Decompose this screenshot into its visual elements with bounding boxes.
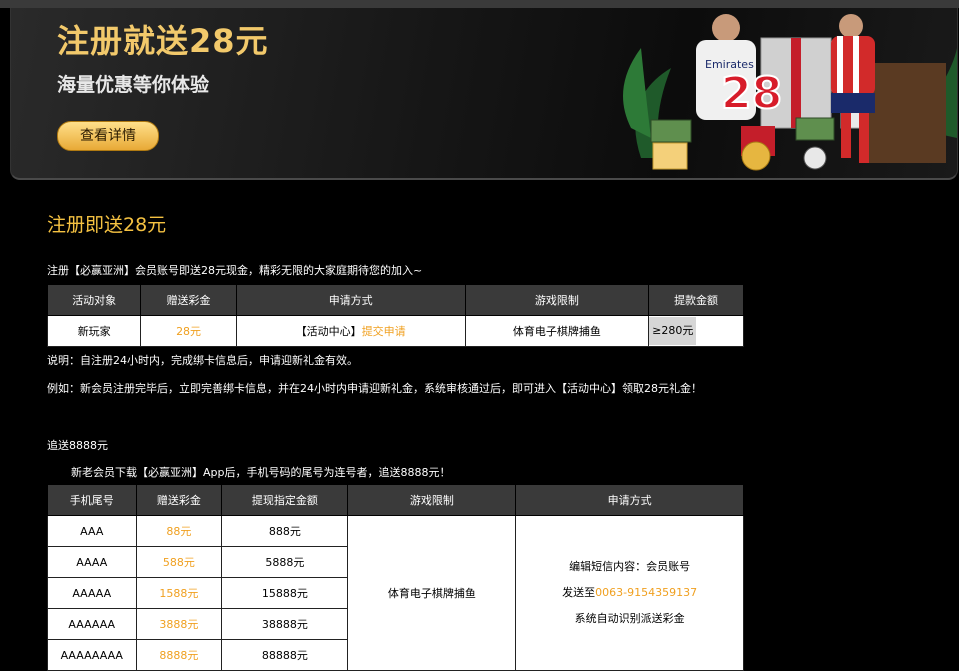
cell-games-merged: 体育电子棋牌捕鱼 <box>347 515 517 671</box>
cell-apply-merged: 编辑短信内容：会员账号 发送至0063-9154359137 系统自动识别派送彩… <box>515 515 744 671</box>
section1-title: 注册即送28元 <box>47 214 167 236</box>
apply-prefix: 【活动中心】 <box>295 325 362 338</box>
cell-bonus: 3888元 <box>135 608 223 640</box>
banner-title: 注册就送28元 <box>57 22 269 60</box>
cell-tail: AAA <box>47 515 137 547</box>
cell-games: 体育电子棋牌捕鱼 <box>464 315 650 347</box>
section2-title: 追送8888元 <box>47 439 108 452</box>
cell-apply: 【活动中心】提交申请 <box>235 315 466 347</box>
table-row: 新玩家 28元 【活动中心】提交申请 体育电子棋牌捕鱼 ≥280元 <box>46 315 744 347</box>
col-header-apply: 申请方式 <box>235 284 466 316</box>
section1-example: 例如：新会员注册完毕后，立即完善绑卡信息，并在24小时内申请迎新礼金，系统审核通… <box>47 382 702 395</box>
col-header-withdraw-amount: 提现指定金额 <box>221 484 349 516</box>
apply-line-3: 系统自动识别派送彩金 <box>574 612 685 625</box>
banner-illustration: Emirates 28 <box>623 14 957 171</box>
col-header-tail: 手机尾号 <box>47 484 137 516</box>
banner-subtitle: 海量优惠等你体验 <box>57 74 210 96</box>
art-number: 28 <box>721 68 782 119</box>
cell-tail: AAAAA <box>47 577 137 609</box>
phone-tail-bonus-table: 手机尾号 赠送彩金 提现指定金额 游戏限制 申请方式 AAA 88元 888元 … <box>47 484 744 671</box>
col-header-apply2: 申请方式 <box>515 484 744 516</box>
col-header-games: 游戏限制 <box>464 284 650 316</box>
section1-note: 说明：自注册24小时内，完成绑卡信息后，申请迎新礼金有效。 <box>47 354 358 367</box>
col-header-bonus2: 赠送彩金 <box>135 484 223 516</box>
cell-withdraw: 5888元 <box>221 546 349 578</box>
cell-bonus: 88元 <box>135 515 223 547</box>
top-strip <box>0 0 959 8</box>
submit-application-link[interactable]: 提交申请 <box>362 325 406 338</box>
cell-tail: AAAA <box>47 546 137 578</box>
col-header-bonus: 赠送彩金 <box>140 284 237 316</box>
col-header-games2: 游戏限制 <box>347 484 517 516</box>
cell-bonus: 588元 <box>135 546 223 578</box>
cell-withdraw: 15888元 <box>221 577 349 609</box>
section2-intro: 新老会员下载【必赢亚洲】App后，手机号码的尾号为连号者，追送8888元！ <box>71 466 451 479</box>
withdraw-value: ≥280元 <box>649 317 697 345</box>
section1-intro: 注册【必赢亚洲】会员账号即送28元现金，精彩无限的大家庭期待您的加入~ <box>47 264 423 277</box>
apply-line-1: 编辑短信内容：会员账号 <box>569 560 691 573</box>
cell-target: 新玩家 <box>46 315 142 347</box>
cell-bonus: 28元 <box>140 315 237 347</box>
table-row: AAA 88元 888元 体育电子棋牌捕鱼 编辑短信内容：会员账号 发送至006… <box>47 515 744 671</box>
cell-bonus: 1588元 <box>135 577 223 609</box>
cell-withdraw: ≥280元 <box>648 315 744 347</box>
view-details-button[interactable]: 查看详情 <box>57 121 159 151</box>
col-header-target: 活动对象 <box>46 284 142 316</box>
cell-withdraw: 888元 <box>221 515 349 547</box>
apply-line-2: 发送至0063-9154359137 <box>517 580 742 606</box>
sms-number: 0063-9154359137 <box>595 586 698 599</box>
apply-line-2-prefix: 发送至 <box>562 586 596 599</box>
registration-bonus-table: 活动对象 赠送彩金 申请方式 游戏限制 提款金额 新玩家 28元 【活动中心】提… <box>46 284 744 347</box>
cell-tail: AAAAAA <box>47 608 137 640</box>
promo-banner[interactable]: 注册就送28元 海量优惠等你体验 查看详情 Emirates 28 <box>10 8 958 180</box>
cell-withdraw: 38888元 <box>221 608 349 640</box>
col-header-withdraw: 提款金额 <box>648 284 744 316</box>
